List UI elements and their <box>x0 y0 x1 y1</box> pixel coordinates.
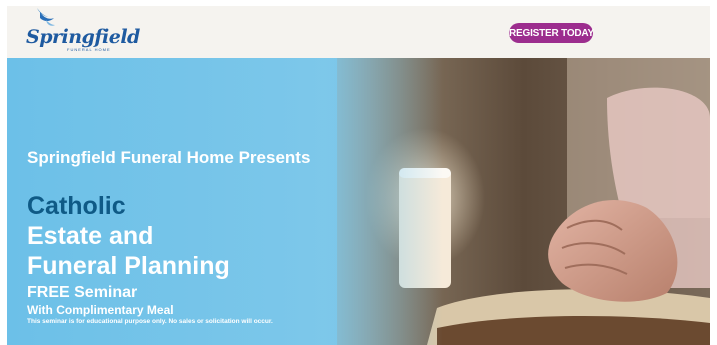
title-line-catholic: Catholic <box>27 192 126 220</box>
page: Springfield FUNERAL HOME REGISTER TODAY <box>0 0 717 345</box>
dove-icon <box>37 8 55 26</box>
disclaimer-text: This seminar is for educational purpose … <box>27 318 273 325</box>
header-bar: Springfield FUNERAL HOME REGISTER TODAY <box>7 6 710 58</box>
hero-banner: Springfield Funeral Home Presents Cathol… <box>7 58 710 345</box>
logo-subtext: FUNERAL HOME <box>67 47 111 52</box>
title-line-funeral-planning: Funeral Planning <box>27 252 230 280</box>
register-today-button[interactable]: REGISTER TODAY <box>509 23 594 43</box>
logo-wordmark: Springfield <box>26 26 140 48</box>
presents-heading: Springfield Funeral Home Presents <box>27 148 311 167</box>
free-seminar-label: FREE Seminar <box>27 284 138 301</box>
logo[interactable]: Springfield FUNERAL HOME <box>26 6 140 56</box>
title-line-estate: Estate and <box>27 222 154 250</box>
complimentary-meal-label: With Complimentary Meal <box>27 303 174 317</box>
